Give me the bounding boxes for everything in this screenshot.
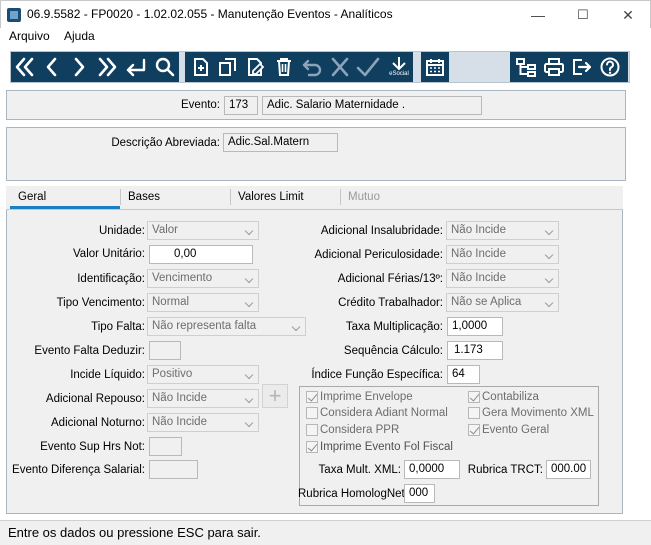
gera-movimento-xml-label: Gera Movimento XML bbox=[482, 407, 594, 419]
taxa-multiplicacao-label: Taxa Multiplicação: bbox=[345, 321, 443, 333]
evento-falta-deduzir-field[interactable] bbox=[149, 341, 181, 360]
copy-icon[interactable] bbox=[216, 56, 240, 78]
calendar-icon bbox=[426, 59, 444, 76]
menu-arquivo[interactable]: Arquivo bbox=[9, 29, 50, 43]
app-icon bbox=[7, 8, 21, 22]
identificacao-label: Identificação: bbox=[77, 273, 145, 285]
evento-name-field[interactable]: Adic. Salario Maternidade . bbox=[262, 96, 482, 115]
tab-bases[interactable]: Bases bbox=[120, 186, 230, 209]
rubrica-homolognet-label: Rubrica HomologNet: bbox=[298, 488, 408, 500]
tab-valores-limit[interactable]: Valores Limit bbox=[230, 186, 340, 209]
evento-diferenca-salarial-label: Evento Diferença Salarial: bbox=[12, 464, 145, 476]
hierarchy-icon[interactable] bbox=[514, 56, 538, 78]
tipo-falta-label: Tipo Falta: bbox=[91, 321, 145, 333]
evento-sup-hrs-not-label: Evento Sup Hrs Not: bbox=[40, 441, 145, 453]
considera-adiant-normal-label: Considera Adiant Normal bbox=[320, 407, 448, 419]
next-icon[interactable] bbox=[69, 56, 89, 78]
status-text: Entre os dados ou pressione ESC para sai… bbox=[8, 525, 261, 540]
evento-diferenca-salarial-field[interactable] bbox=[149, 460, 198, 479]
adicional-repouso-label: Adicional Repouso: bbox=[45, 393, 145, 405]
delete-icon[interactable] bbox=[272, 56, 296, 78]
tipo-falta-select[interactable]: Não representa falta bbox=[147, 317, 306, 336]
adicional-noturno-label: Adicional Noturno: bbox=[51, 417, 145, 429]
imprime-envelope-label: Imprime Envelope bbox=[320, 391, 413, 403]
evento-sup-hrs-not-field[interactable] bbox=[149, 437, 182, 456]
incide-liquido-select[interactable]: Positivo bbox=[147, 365, 259, 384]
considera-adiant-normal-checkbox[interactable] bbox=[306, 407, 318, 419]
evento-falta-deduzir-label: Evento Falta Deduzir: bbox=[34, 345, 145, 357]
tab-mutuo: Mutuo bbox=[348, 191, 380, 203]
considera-ppr-label: Considera PPR bbox=[320, 424, 400, 436]
imprime-evento-fol-fiscal-label: Imprime Evento Fol Fiscal bbox=[320, 441, 453, 453]
status-bar: Entre os dados ou pressione ESC para sai… bbox=[0, 520, 651, 545]
contabiliza-checkbox[interactable] bbox=[468, 391, 480, 403]
confirm-icon[interactable] bbox=[355, 56, 381, 78]
minimize-button[interactable]: — bbox=[515, 1, 561, 29]
adicional-ferias-select[interactable]: Não Incide bbox=[446, 269, 559, 288]
sequencia-calculo-label: Sequência Cálculo: bbox=[343, 345, 443, 357]
taxa-multiplicacao-field[interactable]: 1,0000 bbox=[447, 317, 503, 336]
evento-code-field[interactable]: 173 bbox=[224, 96, 258, 115]
menu-ajuda[interactable]: Ajuda bbox=[64, 29, 95, 43]
valor-unitario-label: Valor Unitário: bbox=[72, 248, 145, 260]
adicional-repouso-select[interactable]: Não Incide bbox=[147, 389, 259, 408]
add-button[interactable]: + bbox=[262, 384, 288, 408]
gera-movimento-xml-checkbox[interactable] bbox=[468, 407, 480, 419]
print-icon[interactable] bbox=[542, 56, 566, 78]
undo-icon[interactable] bbox=[300, 56, 324, 78]
close-button[interactable]: ✕ bbox=[605, 1, 651, 29]
tipo-vencimento-label: Tipo Vencimento: bbox=[56, 297, 145, 309]
esocial-button[interactable]: eSocial bbox=[385, 52, 413, 82]
enter-icon[interactable] bbox=[123, 56, 149, 78]
previous-icon[interactable] bbox=[42, 56, 62, 78]
adicional-ferias-label: Adicional Férias/13º: bbox=[337, 273, 443, 285]
descricao-abreviada-label: Descrição Abreviada: bbox=[111, 137, 220, 149]
new-document-icon[interactable] bbox=[189, 56, 213, 78]
indice-funcao-field[interactable]: 64 bbox=[447, 365, 480, 384]
sequencia-calculo-field[interactable]: 1.173 bbox=[447, 341, 503, 360]
menu-bar: Arquivo Ajuda bbox=[0, 28, 651, 46]
tab-geral[interactable]: Geral bbox=[10, 186, 120, 209]
adicional-periculosidade-select[interactable]: Não Incide bbox=[446, 245, 559, 264]
credito-trabalhador-label: Crédito Trabalhador: bbox=[338, 297, 443, 309]
credito-trabalhador-select[interactable]: Não se Aplica bbox=[446, 293, 559, 312]
rubrica-trct-field[interactable]: 000.00 bbox=[546, 460, 591, 479]
evento-geral-label: Evento Geral bbox=[482, 424, 550, 436]
last-icon[interactable] bbox=[95, 56, 119, 78]
help-icon[interactable] bbox=[598, 56, 622, 78]
adicional-noturno-select[interactable]: Não Incide bbox=[147, 413, 259, 432]
rubrica-trct-label: Rubrica TRCT: bbox=[467, 464, 543, 476]
cancel-icon[interactable] bbox=[328, 56, 352, 78]
imprime-evento-fol-fiscal-checkbox[interactable] bbox=[306, 441, 318, 453]
incide-liquido-label: Incide Líquido: bbox=[70, 369, 145, 381]
identificacao-select[interactable]: Vencimento bbox=[147, 269, 259, 288]
imprime-envelope-checkbox[interactable] bbox=[306, 391, 318, 403]
unidade-select[interactable]: Valor bbox=[147, 221, 259, 240]
contabiliza-label: Contabiliza bbox=[482, 391, 539, 403]
exit-icon[interactable] bbox=[570, 56, 594, 78]
descricao-abreviada-field[interactable]: Adic.Sal.Matern bbox=[223, 133, 338, 152]
rubrica-homolognet-field[interactable]: 000 bbox=[404, 484, 435, 503]
taxa-mult-xml-field[interactable]: 0,0000 bbox=[404, 460, 460, 479]
first-icon[interactable] bbox=[13, 56, 37, 78]
adicional-insalubridade-select[interactable]: Não Incide bbox=[446, 221, 559, 240]
adicional-periculosidade-label: Adicional Periculosidade: bbox=[314, 249, 444, 261]
calendar-button[interactable] bbox=[421, 52, 449, 82]
evento-geral-checkbox[interactable] bbox=[468, 424, 480, 436]
taxa-mult-xml-label: Taxa Mult. XML: bbox=[318, 464, 401, 476]
window-title: 06.9.5582 - FP0020 - 1.02.02.055 - Manut… bbox=[27, 7, 393, 21]
title-bar: 06.9.5582 - FP0020 - 1.02.02.055 - Manut… bbox=[0, 0, 651, 28]
edit-icon[interactable] bbox=[244, 56, 268, 78]
maximize-button[interactable]: ☐ bbox=[560, 1, 606, 29]
evento-label: Evento: bbox=[181, 99, 220, 111]
indice-funcao-label: Índice Função Específica: bbox=[311, 369, 443, 381]
considera-ppr-checkbox[interactable] bbox=[306, 424, 318, 436]
tipo-vencimento-select[interactable]: Normal bbox=[147, 293, 259, 312]
search-icon[interactable] bbox=[153, 56, 177, 78]
valor-unitario-field[interactable]: 0,00 bbox=[149, 245, 253, 264]
esocial-label: eSocial bbox=[389, 71, 409, 77]
unidade-label: Unidade: bbox=[98, 225, 145, 237]
adicional-insalubridade-label: Adicional Insalubridade: bbox=[320, 225, 443, 237]
